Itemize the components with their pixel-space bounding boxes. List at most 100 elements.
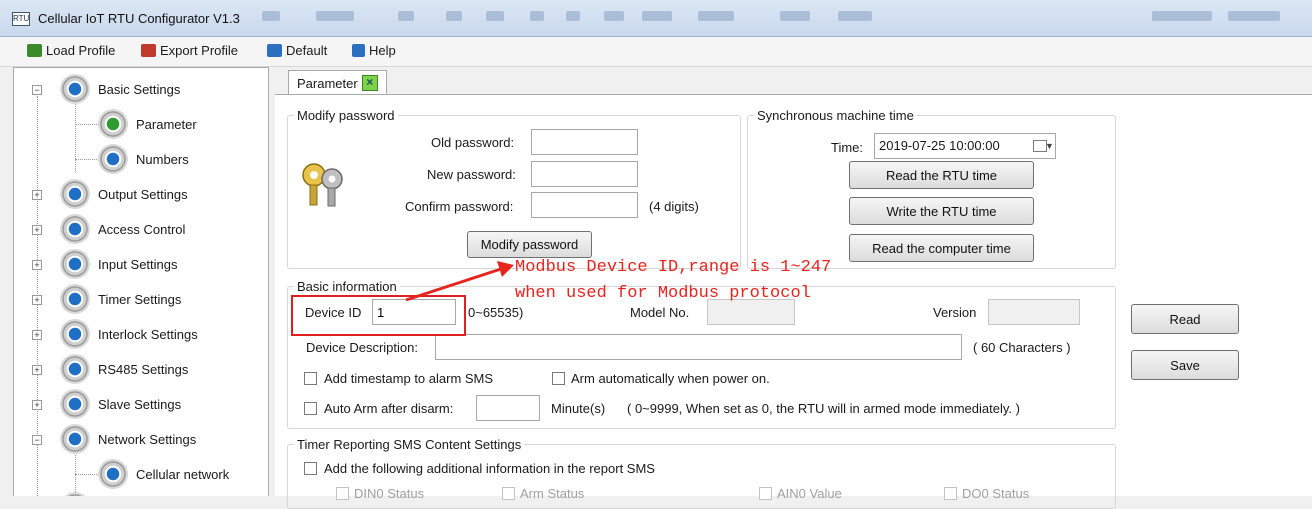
time-datetime-picker[interactable]: 2019-07-25 10:00:00 [874, 133, 1056, 159]
tree-item-basic-settings[interactable]: − Basic Settings [14, 72, 268, 106]
menu-default-label: Default [286, 43, 328, 58]
blurred-taskbar-item [398, 11, 414, 21]
tree-item-parameter[interactable]: Parameter [14, 107, 268, 141]
chevron-down-icon[interactable]: ▼ [1045, 141, 1054, 151]
close-icon[interactable]: × [361, 75, 378, 91]
new-password-label: New password: [427, 167, 516, 182]
device-description-input[interactable] [435, 334, 962, 360]
arm-on-power-checkbox[interactable] [552, 372, 565, 385]
add-info-checkbox[interactable] [304, 462, 317, 475]
digits-hint: (4 digits) [649, 199, 699, 214]
write-rtu-time-button[interactable]: Write the RTU time [849, 197, 1034, 225]
save-button[interactable]: Save [1131, 350, 1239, 380]
blurred-taskbar-item [1152, 11, 1212, 21]
tree-item-slave-settings[interactable]: + Slave Settings [14, 387, 268, 421]
gear-icon [60, 284, 90, 314]
export-profile-icon [141, 44, 156, 57]
version-field [988, 299, 1080, 325]
read-button[interactable]: Read [1131, 304, 1239, 334]
auto-arm-minutes-input[interactable] [476, 395, 540, 421]
expand-icon[interactable]: + [32, 295, 42, 305]
gear-icon [60, 492, 90, 496]
collapse-icon[interactable]: − [32, 435, 42, 445]
device-id-range: 0~65535) [468, 305, 524, 320]
collapse-icon[interactable]: − [32, 85, 42, 95]
gear-icon [60, 354, 90, 384]
model-no-label: Model No. [630, 305, 690, 320]
tree-item-label: RS485 Settings [98, 362, 189, 377]
confirm-password-input[interactable] [531, 192, 638, 218]
gear-icon [98, 144, 128, 174]
tree-item-access-control[interactable]: + Access Control [14, 212, 268, 246]
expand-icon[interactable]: + [32, 400, 42, 410]
gear-icon [98, 109, 128, 139]
old-password-label: Old password: [431, 135, 515, 150]
gear-icon [60, 424, 90, 454]
group-title: Basic information [297, 279, 397, 294]
expand-icon[interactable]: + [32, 225, 42, 235]
blurred-taskbar-item [1228, 11, 1280, 21]
menu-help-label: Help [369, 43, 396, 58]
tree-item-network-settings[interactable]: − Network Settings [14, 422, 268, 456]
gear-icon [60, 389, 90, 419]
tree-item-rs485-settings[interactable]: + RS485 Settings [14, 352, 268, 386]
blurred-taskbar-item [642, 11, 672, 21]
do0-status-checkbox[interactable] [944, 487, 957, 500]
blurred-taskbar-item [530, 11, 544, 21]
expand-icon[interactable]: + [32, 330, 42, 340]
auto-arm-checkbox[interactable] [304, 402, 317, 415]
tab-parameter[interactable]: Parameter × [288, 70, 387, 95]
gear-icon [60, 249, 90, 279]
annotation-line-2: when used for Modbus protocol [515, 284, 811, 303]
add-info-label: Add the following additional information… [324, 461, 655, 476]
arm-status-checkbox[interactable] [502, 487, 515, 500]
blurred-taskbar-item [566, 11, 580, 21]
ain0-value-checkbox[interactable] [759, 487, 772, 500]
load-profile-icon [27, 44, 42, 57]
tree-item-timer-settings[interactable]: + Timer Settings [14, 282, 268, 316]
time-value: 2019-07-25 10:00:00 [879, 138, 1000, 153]
blurred-taskbar-item [838, 11, 872, 21]
gear-icon [98, 459, 128, 489]
title-bar: RTU Cellular IoT RTU Configurator V1.3 [0, 0, 1312, 37]
menu-help[interactable]: Help [352, 43, 396, 58]
tree-item-label: Input Settings [98, 257, 178, 272]
read-computer-time-button[interactable]: Read the computer time [849, 234, 1034, 262]
read-rtu-time-button[interactable]: Read the RTU time [849, 161, 1034, 189]
menu-load-profile[interactable]: Load Profile [27, 43, 115, 58]
tree-item-interlock-settings[interactable]: + Interlock Settings [14, 317, 268, 351]
tree-item-label: Interlock Settings [98, 327, 198, 342]
timestamp-checkbox[interactable] [304, 372, 317, 385]
expand-icon[interactable]: + [32, 260, 42, 270]
tree-item-input-settings[interactable]: + Input Settings [14, 247, 268, 281]
new-password-input[interactable] [531, 161, 638, 187]
default-icon [267, 44, 282, 57]
menu-export-profile-label: Export Profile [160, 43, 239, 58]
din0-status-checkbox[interactable] [336, 487, 349, 500]
modify-password-button[interactable]: Modify password [467, 231, 592, 258]
help-icon [352, 44, 365, 57]
arm-on-power-label: Arm automatically when power on. [571, 371, 770, 386]
do0-status-label: DO0 Status [962, 486, 1030, 501]
tree-item-output-settings[interactable]: + Output Settings [14, 177, 268, 211]
confirm-password-label: Confirm password: [405, 199, 514, 214]
tree-item-numbers[interactable]: Numbers [14, 142, 268, 176]
app-icon: RTU [12, 12, 30, 26]
tree-item-label: Numbers [136, 152, 189, 167]
menu-default[interactable]: Default [267, 43, 327, 58]
tree-item-cellular-network[interactable]: Cellular network [14, 457, 268, 491]
blurred-taskbar-item [698, 11, 734, 21]
description-hint: ( 60 Characters ) [973, 340, 1071, 355]
group-title: Modify password [297, 108, 395, 123]
tree-item-label: Parameter [136, 117, 197, 132]
gear-icon [60, 214, 90, 244]
gear-icon [60, 319, 90, 349]
expand-icon[interactable]: + [32, 365, 42, 375]
expand-icon[interactable]: + [32, 190, 42, 200]
old-password-input[interactable] [531, 129, 638, 155]
time-label: Time: [831, 140, 864, 155]
auto-arm-hint: ( 0~9999, When set as 0, the RTU will in… [627, 401, 1020, 416]
blurred-taskbar-item [780, 11, 810, 21]
menu-export-profile[interactable]: Export Profile [141, 43, 238, 58]
group-title: Timer Reporting SMS Content Settings [297, 437, 522, 452]
